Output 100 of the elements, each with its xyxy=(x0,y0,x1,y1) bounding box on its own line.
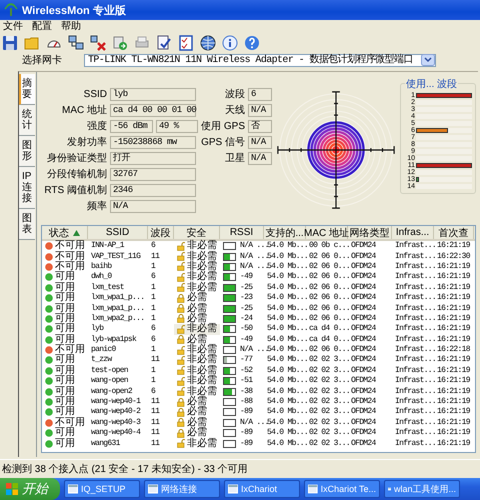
checklist-icon[interactable] xyxy=(178,35,194,51)
table-cell: OFDM24 xyxy=(351,304,376,314)
table-cell: 必需 xyxy=(187,334,207,345)
table-cell: 54.0 Mb... xyxy=(267,376,308,386)
table-cell: N/A ... xyxy=(240,241,269,252)
table-cell: 可用 xyxy=(55,366,75,376)
table-cell: 非必需 xyxy=(187,252,217,262)
menu-item[interactable]: 帮助 xyxy=(61,21,81,33)
field-value: 打开 xyxy=(110,152,196,164)
column-header[interactable]: 支持的... xyxy=(264,226,306,239)
table-cell: lxm_wpa2_p... xyxy=(91,314,144,324)
globe-icon[interactable] xyxy=(200,35,216,51)
table-cell: dwh_0 xyxy=(91,272,112,282)
table-cell: Infrast... xyxy=(395,262,436,272)
window-icon xyxy=(68,484,78,494)
column-header[interactable]: 网络类型 xyxy=(348,226,392,239)
table-cell: 54.0 Mb... xyxy=(267,355,308,366)
field-value: lyb xyxy=(110,88,196,100)
column-header[interactable]: RSSI xyxy=(220,226,264,239)
taskbar-item[interactable]: IxChariot xyxy=(224,480,300,498)
save-icon[interactable] xyxy=(2,35,18,51)
side-tab[interactable]: 摘要 xyxy=(19,74,35,105)
table-cell: N/A ... xyxy=(240,345,269,356)
table-cell: OFDM24 xyxy=(351,345,376,356)
table-cell: 16:22:18 xyxy=(437,345,470,356)
column-header[interactable]: 状态 xyxy=(42,226,88,239)
column-header[interactable]: MAC 地址 xyxy=(306,226,348,239)
table-cell: 非必需 xyxy=(187,376,217,386)
menu-item[interactable]: 配置 xyxy=(32,21,52,33)
table-cell: 6 xyxy=(151,324,156,334)
table-cell: 不可用 xyxy=(55,345,85,356)
table-cell: Infrast... xyxy=(395,314,436,324)
table-cell: -25 xyxy=(240,282,252,293)
column-header[interactable]: 安全 xyxy=(174,226,220,239)
table-cell: OFDM24 xyxy=(351,334,376,345)
taskbar-item[interactable]: IQ_SETUP xyxy=(64,480,140,498)
info-icon[interactable] xyxy=(222,35,238,51)
taskbar-item[interactable]: wlan工具使用... xyxy=(384,480,460,498)
table-cell: 16:21:19 xyxy=(437,438,470,449)
window-title: WirelessMon 专业版 xyxy=(22,4,126,18)
table-cell: 11 xyxy=(151,407,160,418)
side-tab[interactable]: IP 连接 xyxy=(19,167,35,209)
check-doc-icon[interactable] xyxy=(156,35,172,51)
menu-item[interactable]: 文件 xyxy=(3,21,23,33)
taskbar-item[interactable]: 网络连接 xyxy=(144,480,220,498)
column-header[interactable]: 首次查 xyxy=(434,226,474,239)
table-cell: 可用 xyxy=(55,407,75,418)
table-cell: -23 xyxy=(240,293,252,304)
table-cell: 02 02 3... xyxy=(309,397,350,408)
table-cell: 16:21:19 xyxy=(437,407,470,418)
network-icon[interactable] xyxy=(68,35,84,51)
field-value: -56 dBm xyxy=(110,120,153,132)
table-cell: -51 xyxy=(240,376,252,386)
field-label: SSID xyxy=(82,88,107,100)
table-cell: 11 xyxy=(151,355,160,366)
table-cell: lyb-wpa1psk xyxy=(91,334,136,345)
side-tab[interactable]: 图表 xyxy=(19,209,35,240)
side-tab[interactable]: 图形 xyxy=(19,136,35,167)
disconnect-icon[interactable] xyxy=(90,35,106,51)
field-value: ca d4 00 00 01 00 xyxy=(110,104,196,116)
help-icon[interactable] xyxy=(244,35,260,51)
table-cell: OFDM24 xyxy=(351,314,376,324)
taskbar-item[interactable]: IxChariot Te... xyxy=(304,480,380,498)
signal-meter xyxy=(223,262,236,271)
table-cell: 54.0 Mb... xyxy=(267,386,308,397)
table-cell: 可用 xyxy=(55,314,75,324)
table-cell: 6 xyxy=(151,272,156,282)
table-cell: 54.0 Mb... xyxy=(267,241,308,252)
field-value: N/A xyxy=(248,136,272,148)
table-cell: 16:21:19 xyxy=(437,428,470,438)
column-header[interactable]: 波段 xyxy=(148,226,174,239)
table-cell: 16:21:19 xyxy=(437,272,470,282)
table-cell: Infrast... xyxy=(395,407,436,418)
table-cell: test-open xyxy=(91,366,128,376)
field-label: MAC 地址 xyxy=(61,104,107,117)
table-cell: 16:21:19 xyxy=(437,334,470,345)
table-cell: wang-wep40-2 xyxy=(91,407,140,418)
column-header[interactable]: SSID xyxy=(88,226,148,239)
table-cell: wang-open2 xyxy=(91,386,132,397)
table-cell: Infrast... xyxy=(395,386,436,397)
adapter-dropdown[interactable]: TP-LINK TL-WN821N 11N Wireless Adapter - 数据包计划程序微型端口 xyxy=(84,54,436,66)
field-label: 身份验证类型 xyxy=(46,152,107,165)
table-cell: Infrast... xyxy=(395,376,436,386)
table-cell: 54.0 Mb... xyxy=(267,438,308,449)
table-cell: 非必需 xyxy=(187,366,217,376)
field-label: 发射功率 xyxy=(66,136,107,149)
table-cell: 不可用 xyxy=(55,252,85,262)
table-cell: 02 06 0... xyxy=(309,282,350,293)
table-cell: 6 xyxy=(151,241,156,252)
side-tab[interactable]: 统计 xyxy=(19,105,35,136)
table-cell: 02 06 0... xyxy=(309,252,350,262)
table-cell: ca d4 0... xyxy=(309,324,350,334)
table-cell: 16:21:19 xyxy=(437,366,470,376)
folder-icon[interactable] xyxy=(24,35,40,51)
table-cell: 必需 xyxy=(187,304,207,314)
table-cell: 可用 xyxy=(55,293,75,304)
table-cell: 02 02 3... xyxy=(309,386,350,397)
signal-meter xyxy=(223,408,236,416)
table-cell: 16:21:19 xyxy=(437,293,470,304)
column-header[interactable]: Infras... xyxy=(392,226,434,239)
